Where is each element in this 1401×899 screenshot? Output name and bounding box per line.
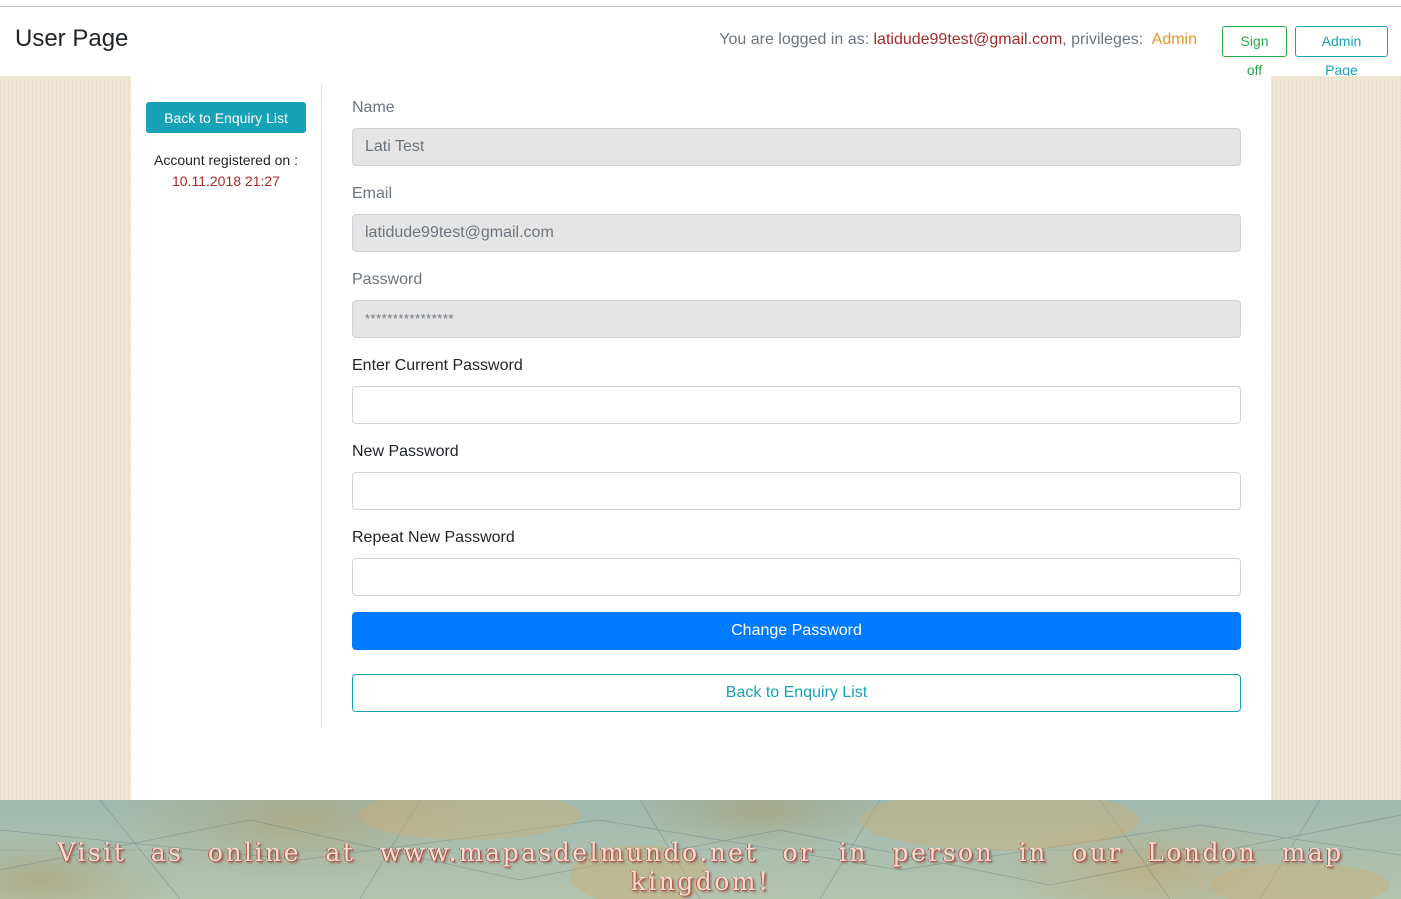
current-password-input[interactable] [352,386,1241,424]
name-label: Name [352,99,395,116]
admin-page-button[interactable]: Admin Page [1295,26,1388,78]
change-password-button[interactable]: Change Password [352,612,1241,650]
current-password-label: Enter Current Password [352,357,523,374]
account-registered-date: 10.11.2018 21:27 [172,173,280,189]
main-content: Back to Enquiry List Account registered … [131,76,1271,800]
privilege-level: Admin [1151,31,1197,48]
sidebar: Back to Enquiry List Account registered … [131,84,322,728]
page-title: User Page [15,25,129,52]
password-label: Password [352,271,423,288]
email-label: Email [352,185,393,202]
back-to-enquiry-list-button[interactable]: Back to Enquiry List [352,674,1241,712]
repeat-password-input[interactable] [352,558,1241,596]
new-password-label: New Password [352,443,459,460]
footer-promo-text: Visit as online at www.mapasdelmundo.net… [57,838,1344,896]
password-field: **************** [352,300,1241,338]
new-password-input[interactable] [352,472,1241,510]
email-field: latidude99test@gmail.com [352,214,1241,252]
sign-off-button[interactable]: Sign off [1222,26,1287,78]
map-footer-banner: Visit as online at www.mapasdelmundo.net… [0,800,1401,899]
login-info: You are logged in as: latidude99test@gma… [719,31,1197,49]
page-header: User Page You are logged in as: latidude… [0,7,1401,78]
privileges-prefix: , privileges: [1062,31,1144,48]
account-registered-label: Account registered on : [154,152,298,168]
repeat-password-label: Repeat New Password [352,529,515,546]
name-field: Lati Test [352,128,1241,166]
logged-in-prefix: You are logged in as: [719,31,870,48]
sidebar-back-to-enquiry-list-button[interactable]: Back to Enquiry List [146,102,306,133]
user-email: latidude99test@gmail.com [873,31,1063,48]
